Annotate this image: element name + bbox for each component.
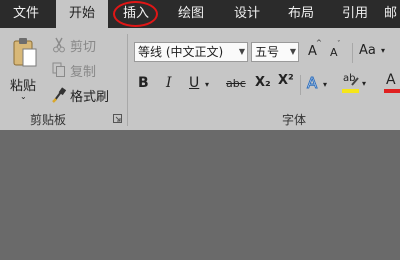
format-painter-label: 格式刷 — [70, 90, 110, 105]
clipboard-group-label: 剪贴板 — [30, 113, 67, 127]
tab-file[interactable]: 文件 — [0, 0, 52, 28]
chevron-down-icon: ▾ — [323, 80, 328, 89]
strikethrough-button[interactable]: abc — [226, 77, 246, 90]
subscript-button[interactable]: X₂ — [255, 75, 271, 90]
tab-draw[interactable]: 绘图 — [166, 0, 216, 28]
tab-mailings[interactable]: 邮 — [384, 0, 400, 28]
highlight-circle — [113, 1, 158, 27]
change-case-button[interactable]: Aa ▾ — [359, 42, 389, 62]
text-effects-button[interactable]: A ▾ — [306, 74, 332, 94]
highlight-color-button[interactable]: ab ▾ — [342, 72, 370, 96]
chevron-down-icon: ▾ — [381, 46, 386, 55]
dialog-launcher-icon[interactable] — [113, 114, 122, 123]
chevron-down-icon: ▾ — [362, 79, 367, 88]
font-name-value: 等线 (中文正文) — [138, 45, 224, 59]
superscript-button[interactable]: X² — [278, 73, 294, 88]
change-case-label: Aa — [359, 43, 376, 58]
tab-layout[interactable]: 布局 — [276, 0, 326, 28]
cut-label: 剪切 — [70, 40, 97, 55]
marker-icon — [351, 76, 360, 86]
chevron-down-icon[interactable]: ▼ — [239, 43, 245, 61]
paintbrush-icon — [52, 87, 66, 103]
font-color-label: A — [386, 72, 396, 88]
chevron-down-icon[interactable]: ▼ — [290, 43, 296, 61]
group-divider — [127, 34, 128, 126]
font-color-button[interactable]: A — [384, 72, 400, 96]
document-area[interactable] — [0, 130, 400, 260]
copy-label: 复制 — [70, 65, 97, 80]
shrink-font-button[interactable]: A ˇ — [329, 40, 345, 62]
ribbon-home: 粘贴 ⌄ 剪切 复制 格式刷 剪贴板 等线 (中文正文) ▼ 五号 ▼ A ^ — [0, 28, 400, 130]
text-effects-label: A — [306, 74, 318, 93]
font-size-combobox[interactable]: 五号 ▼ — [251, 42, 299, 62]
scissors-icon — [52, 37, 66, 53]
grow-font-button[interactable]: A ^ — [307, 39, 323, 62]
bold-button[interactable]: B — [138, 75, 149, 91]
divider — [352, 43, 353, 63]
font-size-value: 五号 — [255, 45, 280, 59]
italic-button[interactable]: I — [166, 75, 172, 91]
caret-up-icon: ^ — [316, 39, 322, 47]
underline-button[interactable]: U — [189, 75, 199, 91]
tab-home[interactable]: 开始 — [56, 0, 108, 28]
caret-down-icon: ˇ — [337, 40, 341, 48]
font-color-swatch — [384, 89, 400, 93]
highlight-swatch — [342, 89, 359, 93]
chevron-down-icon[interactable]: ⌄ — [20, 92, 27, 101]
ribbon-tab-bar: 文件 开始 插入 绘图 设计 布局 引用 邮 — [0, 0, 400, 28]
chevron-down-icon[interactable]: ▾ — [205, 80, 209, 89]
tab-references[interactable]: 引用 — [330, 0, 380, 28]
divider — [300, 75, 301, 95]
copy-icon — [52, 62, 66, 78]
font-name-combobox[interactable]: 等线 (中文正文) ▼ — [134, 42, 248, 62]
paste-button[interactable]: 粘贴 ⌄ — [6, 34, 44, 104]
tab-design[interactable]: 设计 — [222, 0, 272, 28]
clipboard-icon — [12, 36, 38, 68]
font-group-label: 字体 — [282, 113, 307, 127]
